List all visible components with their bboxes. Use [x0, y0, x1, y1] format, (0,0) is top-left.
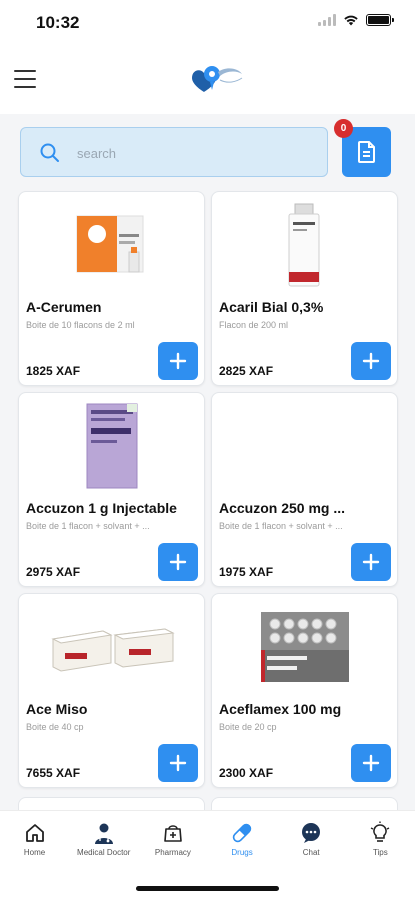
product-price: 7655 XAF [26, 766, 81, 780]
next-product-row [18, 797, 398, 810]
nav-label: Pharmacy [154, 848, 191, 857]
plus-icon [169, 553, 187, 571]
product-grid: A-Cerumen Boite de 10 flacons de 2 ml 18… [18, 191, 398, 788]
product-name: Accuzon 1 g Injectable [26, 500, 177, 516]
plus-icon [169, 352, 187, 370]
product-name: A-Cerumen [26, 299, 102, 315]
nav-tips[interactable]: Tips [346, 811, 415, 866]
plus-icon [362, 352, 380, 370]
product-packaging: Boite de 10 flacons de 2 ml [26, 320, 135, 330]
product-card[interactable]: A-Cerumen Boite de 10 flacons de 2 ml 18… [18, 191, 205, 386]
product-price: 2825 XAF [219, 364, 274, 378]
add-to-cart-button[interactable] [351, 342, 391, 380]
product-name: Accuzon 250 mg ... [219, 500, 346, 516]
product-image [19, 198, 204, 292]
add-to-cart-button[interactable] [351, 744, 391, 782]
product-price: 1975 XAF [219, 565, 274, 579]
wifi-icon [344, 15, 358, 26]
lightbulb-icon [368, 821, 392, 845]
product-name: Acaril Bial 0,3% [219, 299, 324, 315]
nav-label: Home [23, 848, 46, 857]
battery-icon [366, 14, 394, 26]
nav-label: Chat [302, 848, 320, 857]
product-packaging: Boite de 20 cp [219, 722, 277, 732]
document-icon [357, 141, 375, 163]
nav-medical-doctor[interactable]: Medical Doctor [69, 811, 138, 866]
nav-label: Medical Doctor [77, 848, 131, 857]
nav-label: Tips [372, 848, 388, 857]
nav-label: Drugs [231, 848, 253, 857]
nav-home[interactable]: Home [0, 811, 69, 866]
product-image [212, 600, 397, 694]
product-card-partial[interactable] [18, 797, 205, 810]
app-logo [192, 66, 243, 92]
home-indicator[interactable] [136, 886, 279, 891]
doctor-icon [92, 821, 116, 845]
product-price: 1825 XAF [26, 364, 81, 378]
product-card[interactable]: Acaril Bial 0,3% Flacon de 200 ml 2825 X… [211, 191, 398, 386]
home-icon [23, 821, 47, 845]
signal-icon [318, 14, 336, 26]
product-card[interactable]: Accuzon 250 mg ... Boite de 1 flacon + s… [211, 392, 398, 587]
pharmacy-icon [161, 821, 185, 845]
plus-icon [362, 754, 380, 772]
nav-drugs[interactable]: Drugs [208, 811, 277, 866]
status-icons [318, 14, 394, 26]
chat-icon [299, 821, 323, 845]
product-price: 2975 XAF [26, 565, 81, 579]
add-to-cart-button[interactable] [158, 342, 198, 380]
product-image-placeholder [212, 399, 397, 493]
pill-icon [230, 821, 254, 845]
plus-icon [362, 553, 380, 571]
product-packaging: Boite de 1 flacon + solvant + ... [26, 521, 150, 531]
nav-pharmacy[interactable]: Pharmacy [138, 811, 207, 866]
add-to-cart-button[interactable] [158, 744, 198, 782]
product-packaging: Boite de 40 cp [26, 722, 84, 732]
add-to-cart-button[interactable] [351, 543, 391, 581]
product-name: Aceflamex 100 mg [219, 701, 342, 717]
status-bar: 10:32 [0, 0, 415, 46]
app-header [0, 46, 415, 114]
product-image [19, 600, 204, 694]
add-to-cart-button[interactable] [158, 543, 198, 581]
product-price: 2300 XAF [219, 766, 274, 780]
status-time: 10:32 [36, 13, 80, 32]
product-card[interactable]: Ace Miso Boite de 40 cp 7655 XAF [18, 593, 205, 788]
nav-chat[interactable]: Chat [277, 811, 346, 866]
product-card[interactable]: Aceflamex 100 mg Boite de 20 cp 2300 XAF [211, 593, 398, 788]
search-icon [40, 143, 59, 162]
product-card[interactable]: Accuzon 1 g Injectable Boite de 1 flacon… [18, 392, 205, 587]
drugs-content: 0 A-Cerumen Boite de [0, 114, 415, 810]
cart-count-badge: 0 [334, 119, 353, 138]
product-card-partial[interactable] [211, 797, 398, 810]
product-image [19, 399, 204, 493]
product-name: Ace Miso [26, 701, 88, 717]
search-input[interactable] [77, 141, 317, 165]
menu-icon[interactable] [14, 70, 36, 88]
bottom-nav: Home Medical Doctor Pharmacy Drugs Chat … [0, 810, 415, 866]
product-image [212, 198, 397, 292]
search-box[interactable] [20, 127, 328, 177]
plus-icon [169, 754, 187, 772]
product-packaging: Flacon de 200 ml [219, 320, 289, 330]
product-packaging: Boite de 1 flacon + solvant + ... [219, 521, 343, 531]
